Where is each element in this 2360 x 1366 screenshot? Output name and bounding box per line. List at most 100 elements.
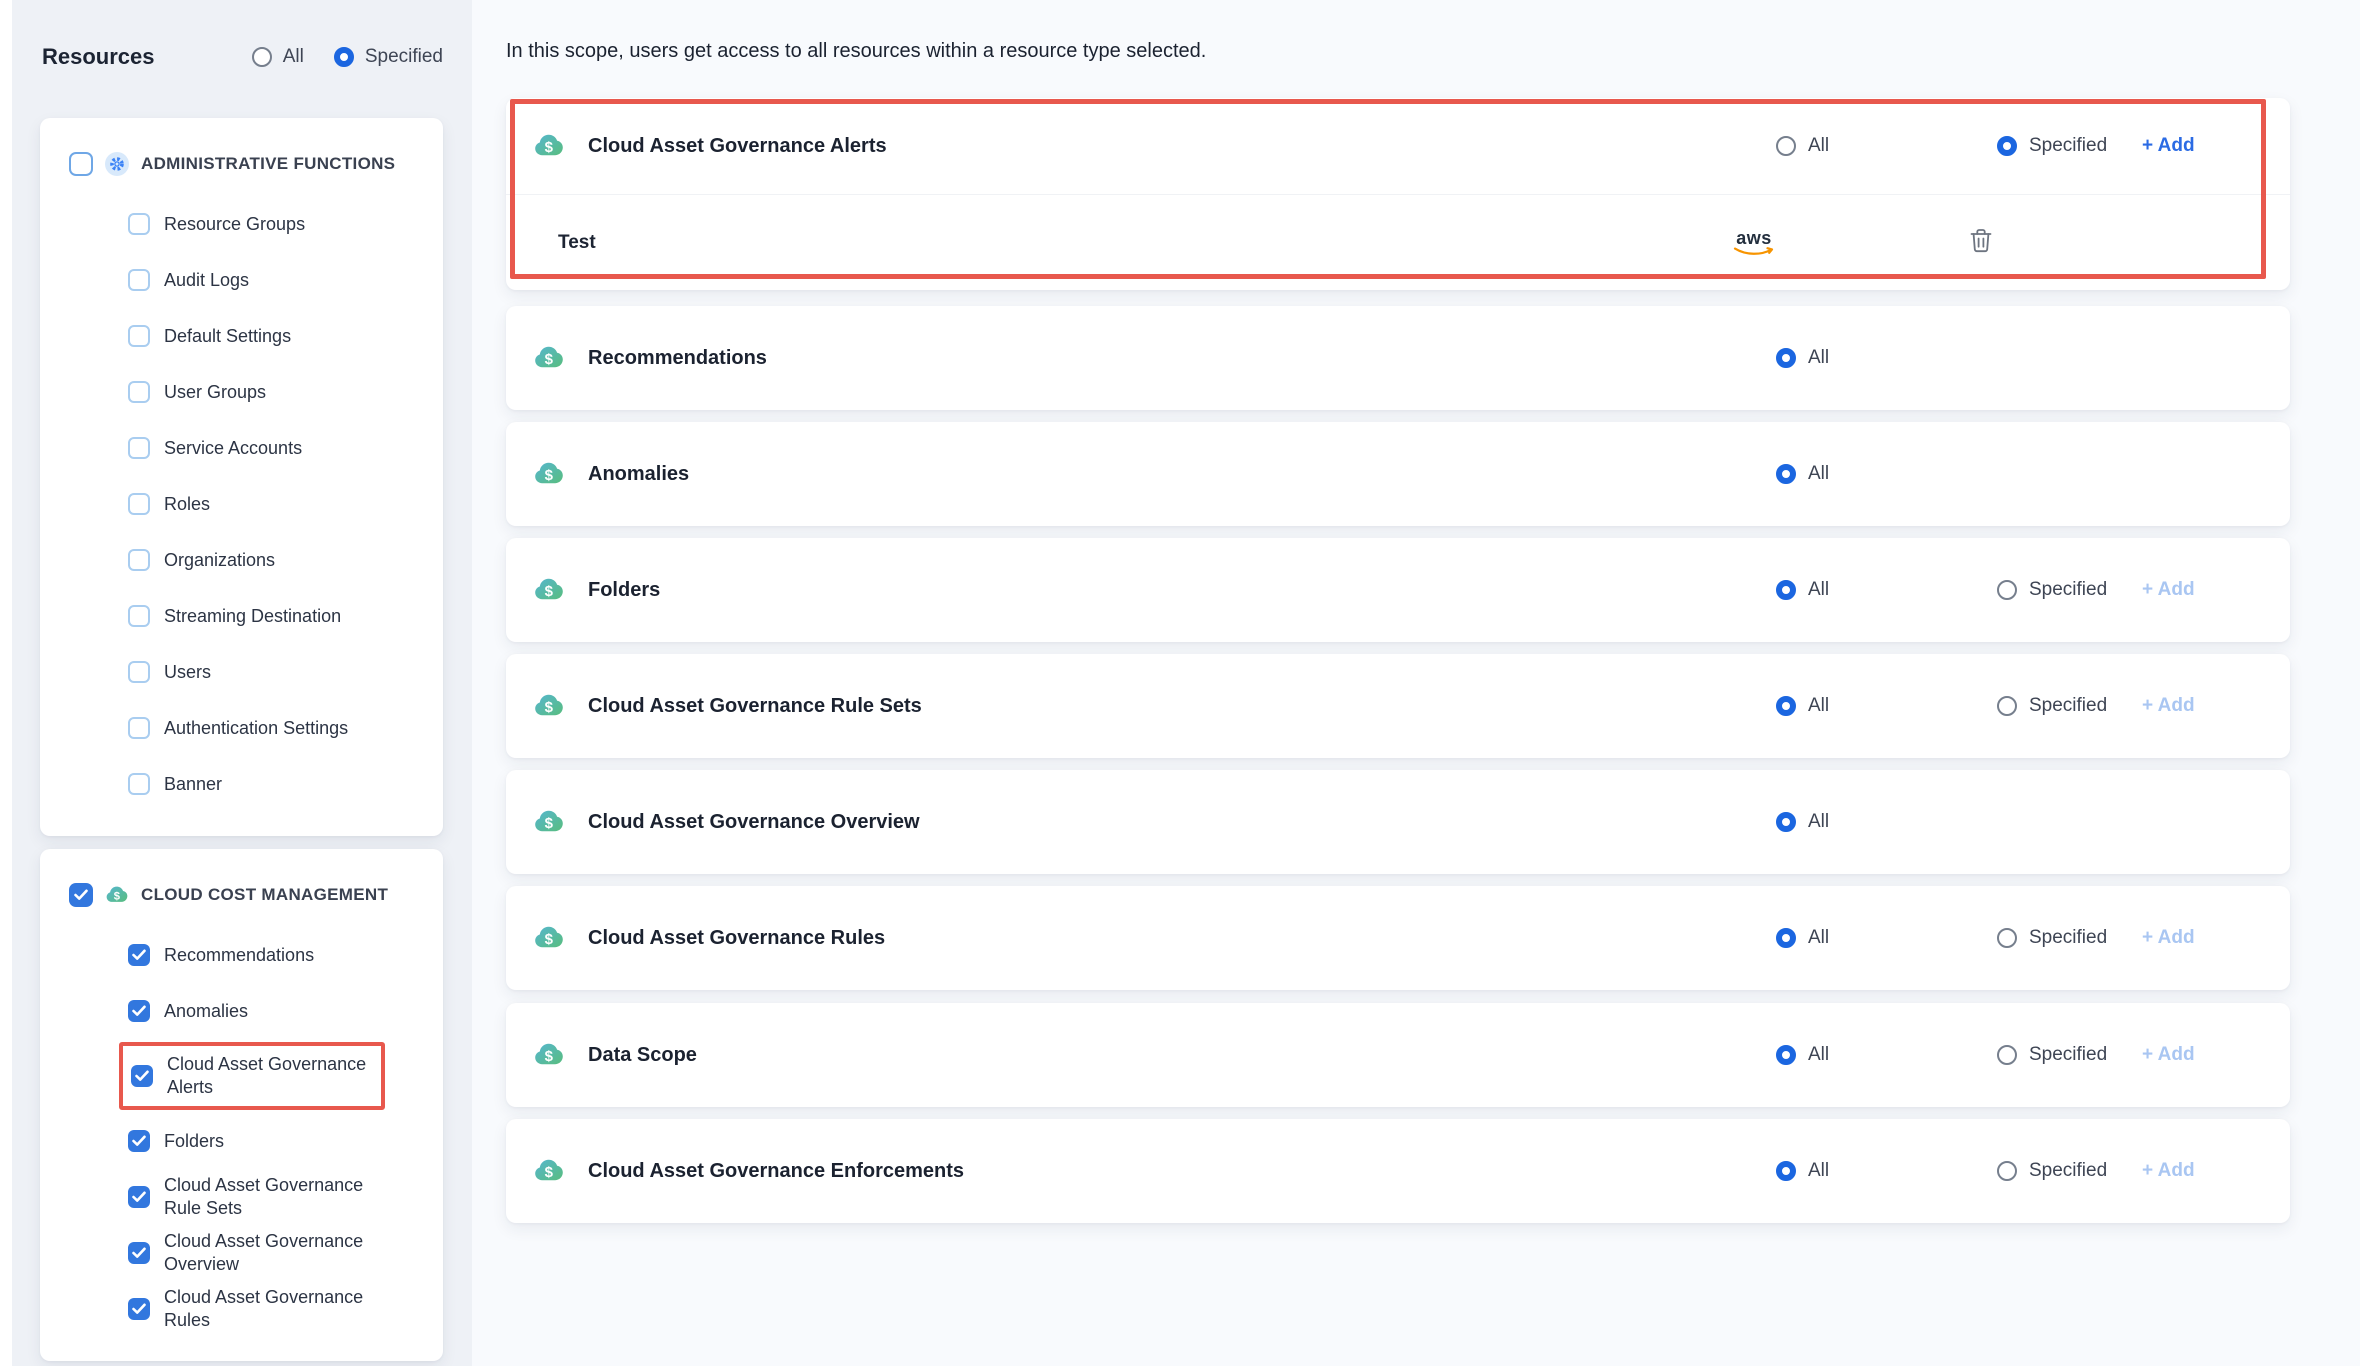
specified-resource-name: Test (558, 232, 596, 254)
add-resource-button[interactable]: + Add (2142, 695, 2195, 717)
row-scope-option-specified[interactable]: Specified (1997, 695, 2107, 717)
add-resource-button[interactable]: + Add (2142, 1160, 2195, 1182)
row-radio-all[interactable] (1776, 1045, 1796, 1065)
radio-all-label: All (283, 46, 304, 68)
sidebar-item[interactable]: Cloud Asset Governance Rules (40, 1281, 443, 1337)
row-radio-all-label: All (1808, 927, 1829, 949)
row-scope-option-specified[interactable]: Specified (1997, 927, 2107, 949)
row-radio-all-label: All (1808, 579, 1829, 601)
item-checkbox[interactable] (128, 549, 150, 571)
row-scope-option-specified[interactable]: Specified (1997, 1044, 2107, 1066)
section-checkbox[interactable] (69, 152, 93, 176)
sidebar-item-label: Banner (164, 773, 222, 796)
scope-option-specified[interactable]: Specified (334, 46, 443, 68)
row-radio-specified-label: Specified (2029, 927, 2107, 949)
item-checkbox[interactable] (128, 1186, 150, 1208)
add-resource-button[interactable]: + Add (2142, 135, 2195, 157)
item-checkbox[interactable] (128, 269, 150, 291)
sidebar-section-cloud-cost-management: $CLOUD COST MANAGEMENTRecommendationsAno… (40, 849, 443, 1361)
sidebar-item[interactable]: Anomalies (40, 983, 443, 1039)
add-resource-button[interactable]: + Add (2142, 579, 2195, 601)
item-checkbox[interactable] (131, 1065, 153, 1087)
resource-card-header: $Cloud Asset Governance Rule SetsAllSpec… (506, 654, 2290, 758)
highlighted-sidebar-item[interactable]: Cloud Asset Governance Alerts (119, 1042, 385, 1110)
add-resource-button[interactable]: + Add (2142, 927, 2195, 949)
sidebar-item[interactable]: Cloud Asset Governance Overview (40, 1225, 443, 1281)
svg-text:$: $ (545, 467, 554, 484)
row-radio-all[interactable] (1776, 348, 1796, 368)
item-checkbox[interactable] (128, 1242, 150, 1264)
row-scope-option-all[interactable]: All (1776, 1044, 1829, 1066)
row-scope-option-specified[interactable]: Specified (1997, 135, 2107, 157)
row-scope-option-all[interactable]: All (1776, 695, 1829, 717)
item-checkbox[interactable] (128, 381, 150, 403)
resource-type-card: $Cloud Asset Governance AlertsAllSpecifi… (506, 98, 2290, 290)
row-scope-option-specified[interactable]: Specified (1997, 579, 2107, 601)
sidebar-item[interactable]: Audit Logs (40, 252, 443, 308)
item-checkbox[interactable] (128, 493, 150, 515)
row-scope-option-all[interactable]: All (1776, 811, 1829, 833)
row-scope-option-specified[interactable]: Specified (1997, 1160, 2107, 1182)
resource-type-card: $Cloud Asset Governance EnforcementsAllS… (506, 1119, 2290, 1223)
item-checkbox[interactable] (128, 717, 150, 739)
row-radio-specified[interactable] (1997, 580, 2017, 600)
item-checkbox[interactable] (128, 1130, 150, 1152)
item-checkbox[interactable] (128, 661, 150, 683)
sidebar-item-label: Cloud Asset Governance Overview (164, 1230, 374, 1276)
resource-scope-panel: In this scope, users get access to all r… (472, 0, 2360, 1366)
row-radio-specified[interactable] (1997, 696, 2017, 716)
sidebar-item[interactable]: Resource Groups (40, 196, 443, 252)
item-checkbox[interactable] (128, 1000, 150, 1022)
row-radio-specified[interactable] (1997, 928, 2017, 948)
row-radio-specified[interactable] (1997, 1045, 2017, 1065)
scope-option-all[interactable]: All (252, 46, 304, 68)
resource-card-header: $Data ScopeAllSpecified+ Add (506, 1003, 2290, 1107)
item-checkbox[interactable] (128, 213, 150, 235)
sidebar-item[interactable]: Streaming Destination (40, 588, 443, 644)
row-radio-specified[interactable] (1997, 136, 2017, 156)
sidebar-item[interactable]: Organizations (40, 532, 443, 588)
section-checkbox[interactable] (69, 883, 93, 907)
row-radio-all[interactable] (1776, 136, 1796, 156)
row-radio-all[interactable] (1776, 1161, 1796, 1181)
sidebar-item-label: Default Settings (164, 325, 291, 348)
sidebar-item[interactable]: Service Accounts (40, 420, 443, 476)
sidebar-item[interactable]: Folders (40, 1113, 443, 1169)
row-scope-option-all[interactable]: All (1776, 347, 1829, 369)
sidebar-item[interactable]: Roles (40, 476, 443, 532)
row-scope-option-all[interactable]: All (1776, 463, 1829, 485)
sidebar-item[interactable]: Cloud Asset Governance Rule Sets (40, 1169, 443, 1225)
row-radio-all[interactable] (1776, 928, 1796, 948)
row-scope-option-all[interactable]: All (1776, 135, 1829, 157)
item-checkbox[interactable] (128, 944, 150, 966)
sidebar-item[interactable]: User Groups (40, 364, 443, 420)
row-scope-option-all[interactable]: All (1776, 927, 1829, 949)
add-resource-button[interactable]: + Add (2142, 1044, 2195, 1066)
sidebar-item[interactable]: Banner (40, 756, 443, 812)
row-scope-option-all[interactable]: All (1776, 579, 1829, 601)
sidebar-item[interactable]: Users (40, 644, 443, 700)
row-radio-all-label: All (1808, 347, 1829, 369)
radio-all[interactable] (252, 47, 272, 67)
sidebar-item-label: Audit Logs (164, 269, 249, 292)
row-radio-specified[interactable] (1997, 1161, 2017, 1181)
item-checkbox[interactable] (128, 773, 150, 795)
row-radio-all[interactable] (1776, 696, 1796, 716)
sidebar-item-label: User Groups (164, 381, 266, 404)
row-radio-all[interactable] (1776, 812, 1796, 832)
item-checkbox[interactable] (128, 1298, 150, 1320)
delete-icon[interactable] (1968, 226, 1994, 259)
cloud-dollar-icon: $ (105, 883, 129, 907)
row-radio-all[interactable] (1776, 580, 1796, 600)
item-checkbox[interactable] (128, 325, 150, 347)
sidebar-item[interactable]: Recommendations (40, 927, 443, 983)
sidebar-item[interactable]: Default Settings (40, 308, 443, 364)
item-checkbox[interactable] (128, 437, 150, 459)
row-scope-option-all[interactable]: All (1776, 1160, 1829, 1182)
sidebar-item-label: Cloud Asset Governance Alerts (167, 1053, 369, 1099)
sidebar-item-label: Organizations (164, 549, 275, 572)
item-checkbox[interactable] (128, 605, 150, 627)
sidebar-item[interactable]: Authentication Settings (40, 700, 443, 756)
row-radio-all[interactable] (1776, 464, 1796, 484)
radio-specified[interactable] (334, 47, 354, 67)
